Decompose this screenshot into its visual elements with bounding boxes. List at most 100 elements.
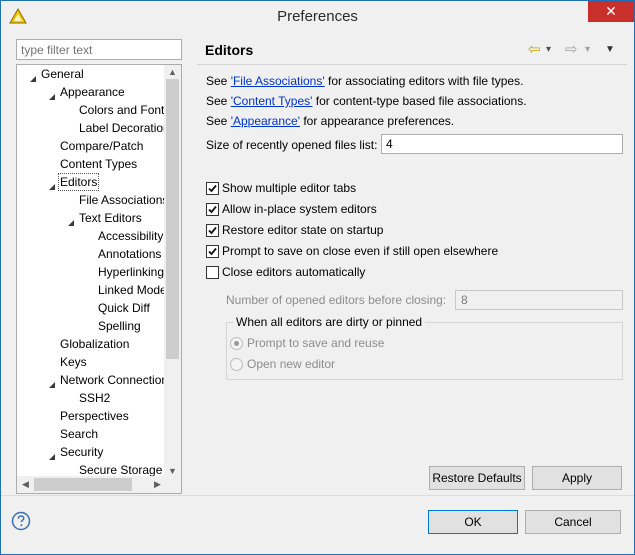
expand-triangle-icon[interactable] [48, 178, 56, 190]
filter-input[interactable] [16, 39, 182, 60]
tree-item[interactable]: Keys [17, 353, 89, 371]
checkbox-label: Close editors automatically [222, 265, 366, 279]
tree-item[interactable]: Accessibility [17, 227, 165, 245]
file-associations-link[interactable]: 'File Associations' [231, 74, 325, 88]
tree-item[interactable]: File Associations [17, 191, 170, 209]
tree-item[interactable]: Spelling [17, 317, 143, 335]
back-arrow-icon[interactable]: ⇦ [528, 42, 541, 57]
tree-item-label: Security [60, 445, 104, 459]
expand-triangle-icon[interactable] [48, 376, 56, 388]
tree-item-label: Perspectives [60, 409, 129, 423]
tree-item-label: Annotations [98, 247, 162, 261]
checkbox-label: Restore editor state on startup [222, 223, 384, 237]
tree-item-label: Text Editors [79, 211, 142, 225]
expand-triangle-icon[interactable] [48, 448, 56, 460]
recent-files-input[interactable]: 4 [381, 134, 623, 154]
tree-item[interactable]: Search [17, 425, 100, 443]
help-icon[interactable] [11, 511, 31, 531]
tree-vertical-scrollbar[interactable]: ▲ ▼ [164, 65, 181, 478]
tree-item-label: File Associations [79, 193, 169, 207]
checkbox-checked-icon[interactable] [206, 245, 219, 258]
forward-dropdown-icon[interactable]: ▾ [585, 43, 590, 57]
tree-item-label: Network Connections [60, 373, 175, 387]
expand-triangle-icon[interactable] [48, 88, 56, 100]
restore-defaults-button[interactable]: Restore Defaults [429, 466, 525, 490]
tree-item-label: Quick Diff [98, 301, 150, 315]
tree-item[interactable]: Text Editors [17, 209, 144, 227]
checkbox-checked-icon[interactable] [206, 203, 219, 216]
radio-selected-icon[interactable] [230, 337, 243, 350]
tree-item[interactable]: Colors and Fonts [17, 101, 172, 119]
footer-separator [1, 495, 634, 496]
preference-tree: General Appearance Colors and Fonts Label D… [16, 64, 182, 494]
radio-unselected-icon[interactable] [230, 358, 243, 371]
tree-item-label: Search [60, 427, 99, 441]
tree-item-label: Editors [58, 173, 100, 191]
tree-item[interactable]: Compare/Patch [17, 137, 145, 155]
checkbox-label: Prompt to save on close even if still op… [222, 244, 499, 258]
tree-item[interactable]: Globalization [17, 335, 131, 353]
tree-item-label: Linked Mode [98, 283, 167, 297]
file-associations-line: See 'File Associations' for associating … [206, 74, 524, 88]
appearance-line: See 'Appearance' for appearance preferen… [206, 114, 455, 128]
checkbox-checked-icon[interactable] [206, 182, 219, 195]
title-bar: Preferences ✕ [1, 1, 634, 31]
tree-item-label: Content Types [60, 157, 138, 171]
tree-item-label: Spelling [98, 319, 141, 333]
view-menu-icon[interactable]: ▼ [605, 43, 615, 57]
ok-button[interactable]: OK [428, 510, 518, 534]
tree-item-label: Colors and Fonts [79, 103, 171, 117]
cancel-button[interactable]: Cancel [525, 510, 621, 534]
tree-item[interactable]: Label Decorations [17, 119, 178, 137]
tree-item-label: SSH2 [79, 391, 111, 405]
appearance-link[interactable]: 'Appearance' [231, 114, 300, 128]
expand-triangle-icon[interactable] [67, 214, 75, 226]
opened-editors-label: Number of opened editors before closing: [226, 293, 447, 307]
page-header: Editors ⇦ ▾ ⇨ ▾ ▼ [197, 37, 627, 65]
expand-triangle-icon[interactable] [29, 70, 37, 82]
tree-item-label: Appearance [60, 85, 125, 99]
tree-vertical-scroll-thumb[interactable] [166, 79, 179, 359]
tree-item[interactable]: Network Connections [17, 371, 176, 389]
dirty-editors-group-title: When all editors are dirty or pinned [233, 315, 426, 329]
dirty-editors-group: When all editors are dirty or pinned Pro… [226, 315, 623, 380]
tree-item-label: Hyperlinking [98, 265, 165, 279]
radio-label: Prompt to save and reuse [247, 336, 385, 350]
recent-files-label: Size of recently opened files list: [206, 138, 378, 152]
checkbox-unchecked-icon[interactable] [206, 266, 219, 279]
back-dropdown-icon[interactable]: ▾ [546, 43, 551, 57]
tree-item[interactable]: Appearance [17, 83, 127, 101]
tree-item-label: Label Decorations [79, 121, 176, 135]
tree-item[interactable]: Annotations [17, 245, 163, 263]
forward-arrow-icon[interactable]: ⇨ [565, 42, 578, 57]
tree-item-label: Globalization [60, 337, 130, 351]
tree-horizontal-scroll-thumb[interactable] [34, 478, 132, 491]
tree-item-label: General [41, 67, 84, 81]
scroll-left-arrow-icon[interactable]: ◀ [17, 476, 34, 493]
checkbox-label: Show multiple editor tabs [222, 181, 357, 195]
tree-item[interactable]: Hyperlinking [17, 263, 166, 281]
tree-horizontal-scrollbar[interactable]: ◀ ▶ [17, 476, 166, 493]
window-title: Preferences [277, 8, 358, 25]
tree-item-label: Keys [60, 355, 87, 369]
content-types-link[interactable]: 'Content Types' [231, 94, 313, 108]
tree-item[interactable]: Editors [17, 173, 100, 191]
tree-item-label: Accessibility [98, 229, 164, 243]
scroll-corner [164, 476, 181, 493]
tree-item[interactable]: Quick Diff [17, 299, 152, 317]
tree-item-label: Compare/Patch [60, 139, 144, 153]
tree-item[interactable]: Security [17, 443, 105, 461]
content-types-line: See 'Content Types' for content-type bas… [206, 94, 527, 108]
opened-editors-input[interactable]: 8 [455, 290, 623, 310]
checkbox-label: Allow in-place system editors [222, 202, 377, 216]
tree-item[interactable]: Linked Mode [17, 281, 169, 299]
tree-item[interactable]: General [17, 65, 86, 83]
tree-item[interactable]: Content Types [17, 155, 139, 173]
preferences-window: Preferences ✕ General Appearance Colors an… [0, 0, 635, 555]
apply-button[interactable]: Apply [532, 466, 622, 490]
tree-item[interactable]: SSH2 [17, 389, 112, 407]
checkbox-checked-icon[interactable] [206, 224, 219, 237]
window-close-button[interactable]: ✕ [588, 1, 634, 22]
tree-item[interactable]: Perspectives [17, 407, 131, 425]
scroll-up-arrow-icon[interactable]: ▲ [164, 65, 181, 79]
